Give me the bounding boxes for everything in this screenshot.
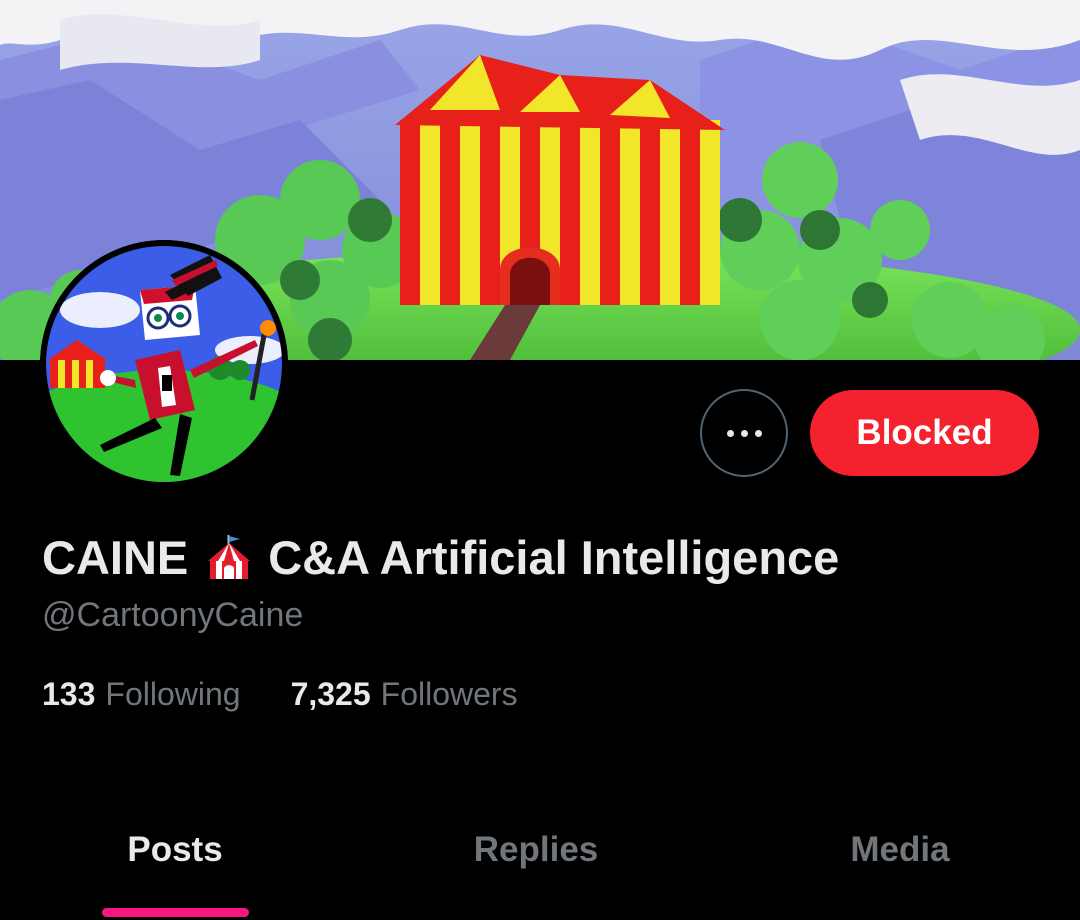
profile-handle: @CartoonyCaine bbox=[42, 596, 304, 634]
followers-link[interactable]: 7,325 Followers bbox=[291, 676, 518, 713]
profile-display-name: CAINE C&A Artificial Intelligence bbox=[42, 530, 839, 585]
display-name-suffix: C&A Artificial Intelligence bbox=[268, 531, 840, 584]
following-count: 133 bbox=[42, 676, 96, 712]
followers-count: 7,325 bbox=[290, 676, 371, 712]
following-link[interactable]: 133 Following bbox=[42, 676, 241, 713]
more-horizontal-icon bbox=[726, 429, 762, 437]
tab-replies[interactable]: Replies bbox=[436, 830, 636, 870]
active-tab-indicator bbox=[102, 908, 249, 917]
display-name-text: CAINE bbox=[42, 531, 189, 584]
more-options-button[interactable] bbox=[700, 389, 788, 477]
tab-media[interactable]: Media bbox=[800, 830, 1000, 870]
profile-avatar[interactable] bbox=[40, 240, 288, 488]
followers-label: Followers bbox=[380, 676, 518, 712]
circus-tent-icon bbox=[202, 531, 256, 585]
profile-stats: 133 Following 7,325 Followers bbox=[42, 676, 518, 713]
blocked-button[interactable]: Blocked bbox=[810, 390, 1039, 476]
tab-posts[interactable]: Posts bbox=[100, 830, 250, 870]
profile-tabs: Posts Replies Media bbox=[0, 800, 1080, 920]
following-label: Following bbox=[105, 676, 241, 712]
